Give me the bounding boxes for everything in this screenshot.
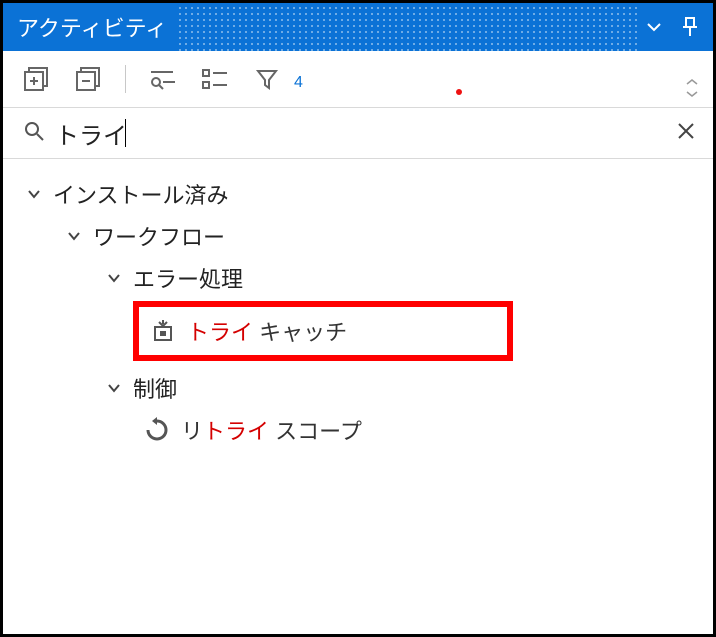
tree-node-error-handling[interactable]: エラー処理 [23, 257, 693, 299]
chevron-down-icon[interactable] [63, 225, 85, 247]
retry-icon [143, 416, 171, 444]
tree-label: エラー処理 [133, 262, 243, 294]
clear-search-button[interactable] [671, 116, 701, 151]
activity-label: トライ キャッチ [187, 315, 347, 347]
pin-icon[interactable] [681, 17, 699, 37]
chevron-down-icon[interactable] [103, 267, 125, 289]
activities-panel: アクティビティ [0, 0, 716, 637]
panel-drag-strip[interactable] [177, 3, 639, 51]
filter-count: 4 [294, 74, 303, 92]
toolbar-separator [125, 65, 126, 93]
tree-label: ワークフロー [93, 220, 225, 252]
highlight-box: トライ キャッチ [133, 301, 513, 361]
activity-retry-scope[interactable]: リトライ スコープ [23, 409, 693, 451]
collapse-all-button[interactable] [71, 62, 105, 96]
tree-label: インストール済み [53, 178, 229, 210]
chevron-down-icon[interactable] [103, 377, 125, 399]
search-row: トライ [3, 107, 713, 159]
search-icon [23, 120, 45, 147]
view-flat-button[interactable] [146, 62, 180, 96]
panel-title: アクティビティ [17, 11, 167, 43]
tree-node-installed[interactable]: インストール済み [23, 173, 693, 215]
panel-dropdown-icon[interactable] [645, 18, 663, 36]
activity-label: リトライ スコープ [181, 414, 362, 446]
toolbar: 4 [3, 51, 713, 107]
filter-button[interactable] [250, 62, 284, 96]
search-input[interactable]: トライ [55, 116, 127, 151]
toolbar-options-icon[interactable] [685, 79, 699, 102]
activity-try-catch[interactable]: トライ キャッチ [139, 315, 497, 347]
text-cursor [125, 119, 126, 147]
view-tree-button[interactable] [198, 62, 232, 96]
tree-node-control[interactable]: 制御 [23, 367, 693, 409]
tree-label: 制御 [133, 372, 177, 404]
chevron-down-icon[interactable] [23, 183, 45, 205]
notification-dot-icon [456, 89, 462, 95]
try-catch-icon [149, 317, 177, 345]
panel-header[interactable]: アクティビティ [3, 3, 713, 51]
tree-node-workflow[interactable]: ワークフロー [23, 215, 693, 257]
activity-tree: インストール済み ワークフロー エラー処理 [3, 159, 713, 465]
expand-all-button[interactable] [19, 62, 53, 96]
